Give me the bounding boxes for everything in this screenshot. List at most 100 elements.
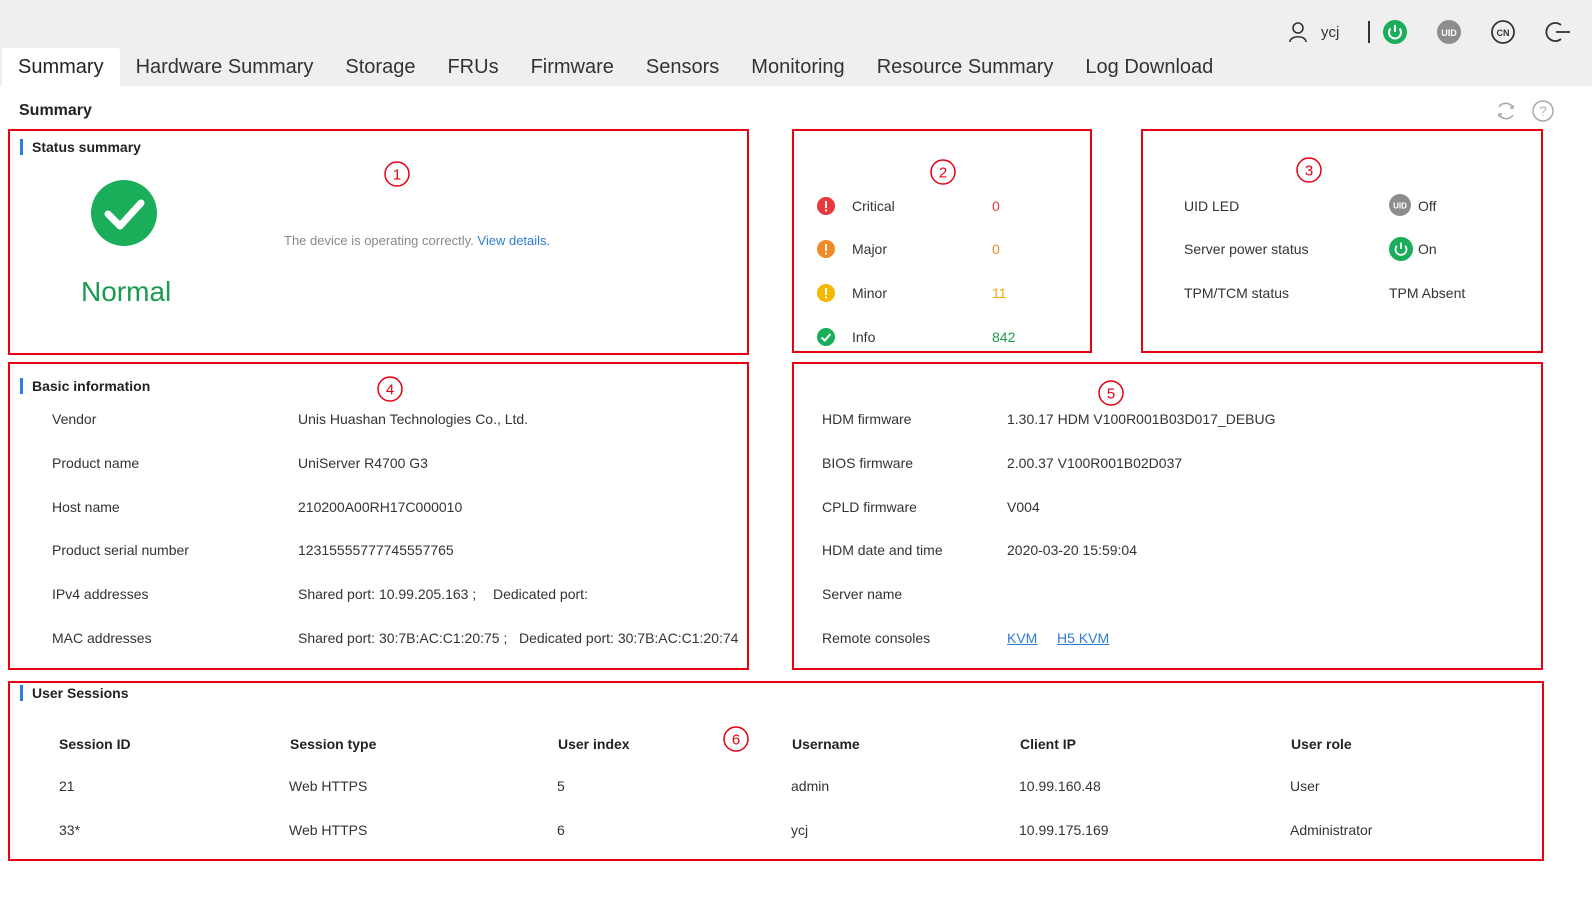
svg-text:6: 6 [732,732,740,749]
power-status-value: On [1418,241,1437,257]
marker-1: 1 [382,159,412,189]
column-header: User role [1291,736,1352,752]
svg-text:4: 4 [386,382,394,399]
hdm-datetime-label: HDM date and time [822,542,943,558]
health-state: Normal [81,276,172,307]
page-title: Summary [19,102,92,119]
product-name-label: Product name [52,455,140,471]
ipv4-shared-value: Shared port: 10.99.205.163 ; [298,586,477,602]
header-divider [1368,21,1370,43]
session-id-cell: 21 [59,778,75,794]
ipv4-dedicated-value: Dedicated port: [493,586,588,602]
ipv4-label: IPv4 addresses [52,586,149,602]
minor-count[interactable]: 11 [992,285,1007,301]
h5-kvm-link[interactable]: H5 KVM [1057,630,1109,646]
tab-firmware[interactable]: Firmware [515,48,630,86]
power-status-label: Server power status [1184,241,1309,257]
uid-led-icon[interactable]: UID [1389,194,1411,216]
column-header: Username [792,736,860,752]
user-menu[interactable]: ycj [1287,19,1339,45]
server-name-label: Server name [822,586,903,602]
svg-text:3: 3 [1305,163,1313,180]
marker-2: 2 [928,157,958,187]
logout-icon[interactable] [1544,19,1570,45]
cpld-firmware-label: CPLD firmware [822,499,917,515]
svg-text:2: 2 [939,165,947,182]
tab-log-download[interactable]: Log Download [1069,48,1229,86]
column-header: Session type [290,736,377,752]
session-type-cell: Web HTTPS [289,822,368,838]
bios-firmware-value: 2.00.37 V100R001B02D037 [1007,455,1183,471]
uid-led-label: UID LED [1184,198,1240,214]
tab-frus[interactable]: FRUs [431,48,514,86]
server-power-icon[interactable] [1389,237,1413,261]
uid-icon[interactable]: UID [1436,19,1462,45]
svg-text:?: ? [1539,104,1546,119]
tab-resource-summary[interactable]: Resource Summary [861,48,1070,86]
username-cell: admin [791,778,830,794]
tab-hardware-summary[interactable]: Hardware Summary [120,48,330,86]
user-icon [1287,21,1309,43]
language-icon[interactable]: CN [1490,19,1516,45]
mac-label: MAC addresses [52,630,152,646]
tab-monitoring[interactable]: Monitoring [735,48,860,86]
marker-4: 4 [375,374,405,404]
critical-alarm-icon [817,197,835,215]
info-label: Info [852,329,876,345]
product-name-value: UniServer R4700 G3 [298,455,428,471]
info-alarm-icon [817,328,835,346]
basic-info-panel [8,362,749,670]
critical-label: Critical [852,198,895,214]
minor-alarm-icon [817,284,835,302]
hdm-firmware-label: HDM firmware [822,411,912,427]
refresh-icon[interactable] [1495,100,1517,122]
info-count[interactable]: 842 [992,329,1015,345]
user-role-cell: Administrator [1290,822,1373,838]
svg-text:CN: CN [1497,28,1510,38]
view-details-link[interactable]: View details. [477,233,550,248]
vendor-label: Vendor [52,411,97,427]
remote-consoles-label: Remote consoles [822,630,931,646]
username-cell: ycj [791,822,809,838]
column-header: Session ID [59,736,131,752]
svg-text:UID: UID [1441,28,1457,38]
status-message-line: The device is operating correctly. View … [284,233,550,248]
client-ip-cell: 10.99.175.169 [1019,822,1109,838]
help-icon[interactable]: ? [1532,100,1554,122]
hdm-firmware-value: 1.30.17 HDM V100R001B03D017_DEBUG [1007,411,1276,427]
status-message: The device is operating correctly. [284,233,474,248]
status-summary-heading: Status summary [20,139,141,155]
major-label: Major [852,241,888,257]
uid-led-value: Off [1418,198,1437,214]
marker-5: 5 [1096,378,1126,408]
critical-count[interactable]: 0 [992,198,1000,214]
client-ip-cell: 10.99.160.48 [1019,778,1101,794]
svg-text:UID: UID [1393,202,1407,211]
serial-number-label: Product serial number [52,542,189,558]
bios-firmware-label: BIOS firmware [822,455,914,471]
user-index-cell: 6 [557,822,565,838]
column-header: User index [558,736,630,752]
main-tabs: Summary Hardware Summary Storage FRUs Fi… [2,48,1229,86]
power-icon[interactable] [1382,19,1408,45]
basic-info-heading: Basic information [20,378,150,394]
cpld-firmware-value: V004 [1007,499,1040,515]
username-label: ycj [1321,23,1340,41]
session-id-cell: 33* [59,822,81,838]
mac-dedicated-value: Dedicated port: 30:7B:AC:C1:20:74 [519,630,739,646]
tab-summary[interactable]: Summary [2,48,120,86]
user-sessions-heading: User Sessions [20,685,129,701]
mac-shared-value: Shared port: 30:7B:AC:C1:20:75 ; [298,630,508,646]
kvm-link[interactable]: KVM [1007,630,1037,646]
session-type-cell: Web HTTPS [289,778,368,794]
svg-text:1: 1 [393,167,401,184]
user-index-cell: 5 [557,778,565,794]
tab-storage[interactable]: Storage [329,48,431,86]
svg-text:5: 5 [1107,386,1115,403]
major-count[interactable]: 0 [992,241,1000,257]
tab-sensors[interactable]: Sensors [630,48,735,86]
marker-3: 3 [1294,155,1324,185]
column-header: Client IP [1020,736,1077,752]
host-name-value: 210200A00RH17C000010 [298,499,463,515]
user-role-cell: User [1290,778,1320,794]
